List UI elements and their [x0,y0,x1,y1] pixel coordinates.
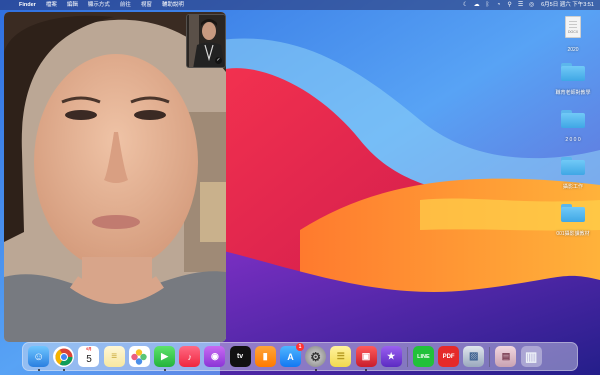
dock-pdf[interactable]: PDF [438,346,460,367]
menu-app-finder[interactable]: Finder [14,0,41,10]
desktop-folder-4[interactable]: 001攝影課教材 [545,204,600,240]
folder-icon [561,63,585,81]
running-indicator [365,369,368,371]
dock-photos[interactable] [128,346,150,367]
folder-name: 職育老師對教學 [555,90,591,96]
bluetooth-icon[interactable]: ᛒ [482,0,493,10]
dock-imovie[interactable]: ★ [380,346,402,367]
dock-trash[interactable]: ▥ [520,346,542,367]
photo-booth-icon: ▣ [361,351,371,361]
books-icon: ▮ [262,351,268,361]
desktop-folder-1[interactable]: 職育老師對教學 [545,63,600,99]
self-view-pip[interactable]: ✓ [186,14,226,68]
siri-icon[interactable]: ◎ [526,0,537,10]
menu-file[interactable]: 檔案 [41,0,62,10]
app-store-icon: A [287,351,294,362]
trash-icon: ▥ [525,348,538,364]
stickies-icon: ☰ [336,351,345,361]
facetime-icon: ▶ [161,351,168,361]
menu-bar: Finder 檔案 編輯 顯示方式 前往 視窗 輔助說明 ☾ ☁ ᛒ ◔ ⚲ ☰… [0,0,600,10]
wifi-icon[interactable]: ◔ [493,0,504,10]
tv-icon: tv [236,353,244,360]
dock-system-preferences[interactable]: ⚙ [305,346,327,371]
dock-separator [406,346,408,367]
dock-app-store[interactable]: A 1 [279,343,304,367]
docx-file-icon: DOCX [565,16,581,38]
search-icon[interactable]: ⚲ [504,0,515,10]
status-area: ☾ ☁ ᛒ ◔ ⚲ ☰ ◎ 6月5日 週六 下午3:51 [460,0,600,10]
line-icon: LINE [417,353,430,360]
calendar-month: 6月 [86,347,92,351]
dock-separator [489,346,491,367]
dock-stickies[interactable]: ☰ [330,346,352,367]
dock-calendar[interactable]: 6月 5 [78,346,100,367]
dock-podcasts[interactable]: ◉ [204,346,226,367]
menu-clock[interactable]: 6月5日 週六 下午3:51 [541,0,594,10]
desktop-folder-2[interactable]: 2 0 0 0 [545,110,600,146]
dock-chrome[interactable] [53,346,75,371]
dock-downloads-stack[interactable]: ▤ [495,346,517,367]
running-indicator [314,369,317,371]
folder-icon [561,110,585,128]
dock: ☺ 6月 5 ≡ ▶ ♪ ◉ tv ▮ A 1 ⚙ ☰ ▣ ★ LINE PDF… [22,342,578,371]
photos-icon [131,348,148,365]
notes-icon: ≡ [111,351,118,362]
folder-name: 001攝影課教材 [556,231,590,237]
dock-tv[interactable]: tv [229,346,251,367]
dock-music[interactable]: ♪ [179,346,201,367]
menu-window[interactable]: 視窗 [136,0,157,10]
running-indicator [163,369,166,371]
folder-icon [561,204,585,222]
dock-books[interactable]: ▮ [254,346,276,367]
running-indicator [62,369,65,371]
calendar-day: 5 [86,353,92,365]
dock-photo-booth[interactable]: ▣ [355,346,377,371]
dock-notes[interactable]: ≡ [103,346,125,367]
menu-view[interactable]: 顯示方式 [83,0,115,10]
dock-facetime[interactable]: ▶ [154,346,176,371]
preview-icon: ▨ [469,351,479,362]
dock-finder[interactable]: ☺ [28,346,50,371]
folder-name: 2 0 0 0 [565,137,581,143]
menu-go[interactable]: 前往 [115,0,136,10]
finder-icon: ☺ [32,350,45,363]
downloads-icon: ▤ [501,351,511,361]
chrome-icon [55,348,73,365]
night-mode-icon[interactable]: ☾ [460,0,471,10]
pdf-icon: PDF [442,353,455,360]
desktop-folder-3[interactable]: 攝影工作 [545,157,600,193]
dock-line[interactable]: LINE [412,346,434,367]
cloud-icon[interactable]: ☁ [471,0,482,10]
podcasts-icon: ◉ [210,351,219,361]
menu-edit[interactable]: 編輯 [62,0,83,10]
folder-name: 攝影工作 [562,184,583,190]
control-center-icon[interactable]: ☰ [515,0,526,10]
dock-preview[interactable]: ▨ [463,346,485,367]
settings-icon: ⚙ [310,349,322,364]
running-indicator [37,369,40,371]
file-name: 2020 [567,47,579,53]
facetime-window[interactable]: ✓ [4,12,226,342]
desktop-file-2020[interactable]: DOCX 2020 [545,16,600,56]
notification-badge: 1 [295,343,304,351]
folder-icon [561,157,585,175]
menu-help[interactable]: 輔助說明 [157,0,189,10]
music-icon: ♪ [187,351,192,362]
checkmark-icon[interactable]: ✓ [215,57,222,64]
imovie-icon: ★ [387,351,396,361]
